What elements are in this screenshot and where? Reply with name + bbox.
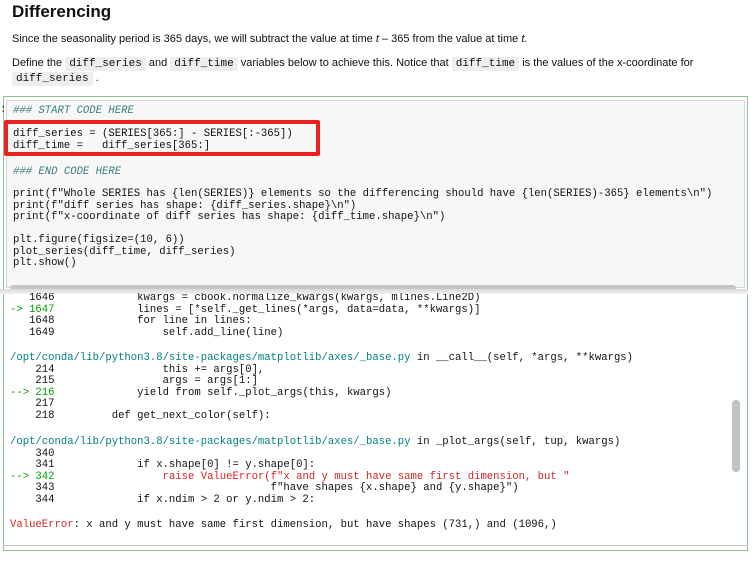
markdown-paragraph-define: Define the diff_series and diff_time var… (12, 57, 694, 86)
traceback-line: --> 216 yield from self._plot_args(this,… (10, 386, 392, 399)
inline-code: diff_series (65, 57, 146, 71)
cell-bottom-border (3, 545, 748, 546)
traceback-line: 217 (10, 398, 55, 410)
error-message: ValueError: x and y must have same first… (10, 519, 557, 531)
traceback-file-path: /opt/conda/lib/python3.8/site-packages/m… (10, 436, 621, 448)
code-line-print3: print(f"x-coordinate of diff series has … (13, 211, 446, 223)
code-comment-start: ### START CODE HERE (13, 105, 134, 117)
section-heading: Differencing (12, 2, 112, 21)
inline-code: diff_time (170, 57, 238, 71)
traceback-line: 218 def get_next_color(self): (10, 409, 271, 422)
code-line-print1: print(f"Whole SERIES has {len(SERIES)} e… (13, 188, 713, 200)
traceback-line: 344 if x.ndim > 2 or y.ndim > 2: (10, 493, 316, 506)
markdown-cell: Differencing Since the seasonality perio… (0, 0, 754, 96)
code-line-show: plt.show() (13, 257, 77, 269)
inline-code: diff_time (451, 57, 520, 71)
inline-code: diff_series (12, 72, 93, 86)
code-line-figure: plt.figure(figsize=(10, 6)) (13, 234, 185, 246)
highlight-box (4, 120, 320, 156)
traceback-file-path: /opt/conda/lib/python3.8/site-packages/m… (10, 352, 634, 364)
cell-output-traceback: 1646 kwargs = cbook.normalize_kwargs(kwa… (10, 293, 730, 543)
traceback-line: 1649 self.add_line(line) (10, 326, 284, 339)
code-comment-end: ### END CODE HERE (13, 166, 122, 178)
traceback-line: 343 f"have shapes {x.shape} and {y.shape… (10, 482, 519, 494)
traceback-line: 1648 for line in lines: (10, 315, 252, 327)
vertical-scrollbar-thumb[interactable] (732, 400, 740, 472)
markdown-paragraph-seasonality: Since the seasonality period is 365 days… (12, 33, 528, 45)
